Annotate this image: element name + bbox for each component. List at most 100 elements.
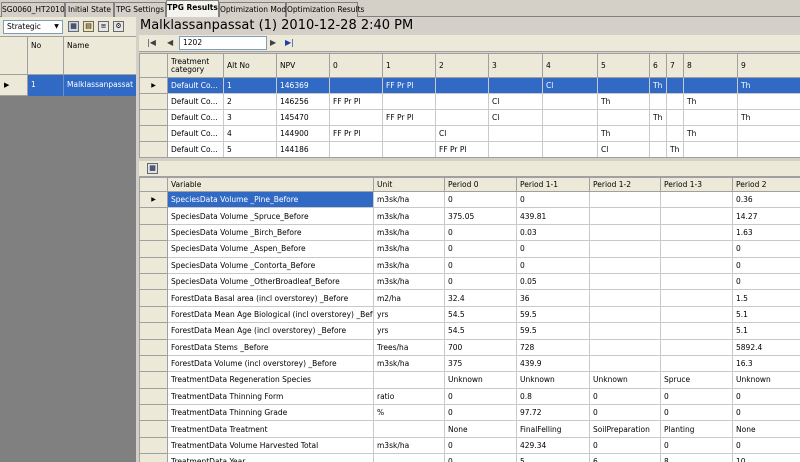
list-icon[interactable]: ≡	[98, 21, 109, 32]
cell[interactable]: FF Pr Pl	[382, 77, 436, 94]
cell[interactable]: 97.72	[516, 404, 590, 422]
cell[interactable]: 0	[516, 240, 590, 258]
cell[interactable]: Default Co...	[167, 109, 224, 126]
column-header[interactable]: Unit	[373, 177, 445, 192]
cell[interactable]: 439.81	[516, 207, 590, 225]
cell[interactable]: None	[732, 420, 800, 438]
cell[interactable]: TreatmentData Thinning Form	[167, 387, 374, 406]
cell[interactable]: Planting	[660, 420, 733, 438]
cell[interactable]: 145470	[276, 109, 330, 126]
cell[interactable]: 5	[516, 453, 590, 462]
alternative-row[interactable]: Default Co... 2 146256 FF Pr Pl Cl Th Th	[139, 93, 800, 110]
column-header[interactable]: 6	[649, 53, 667, 78]
cell[interactable]: m3sk/ha	[373, 256, 445, 274]
column-header[interactable]: 9	[737, 53, 800, 78]
cell[interactable]	[488, 125, 543, 142]
cell[interactable]	[666, 93, 684, 110]
cell[interactable]	[660, 223, 733, 242]
variable-row[interactable]: SpeciesData Volume _OtherBroadleaf_Befor…	[139, 272, 800, 291]
column-header[interactable]: Period 1-2	[589, 177, 661, 192]
cell[interactable]: Unknown	[589, 371, 661, 389]
cell[interactable]: Th	[597, 125, 650, 142]
cell[interactable]: Th	[666, 141, 684, 158]
cell[interactable]: 2	[223, 93, 277, 110]
first-record-icon[interactable]: |◀	[147, 37, 156, 49]
cell[interactable]	[589, 272, 661, 291]
cell[interactable]: m3sk/ha	[373, 354, 445, 373]
cell[interactable]: m3sk/ha	[373, 272, 445, 291]
variable-row[interactable]: ForestData Volume (incl overstorey) _Bef…	[139, 354, 800, 373]
cell[interactable]	[660, 322, 733, 340]
column-header[interactable]: Treatment category	[167, 53, 224, 78]
cell[interactable]: Th	[737, 109, 800, 126]
cell[interactable]: Cl	[488, 93, 543, 110]
cell[interactable]	[435, 109, 489, 126]
cell[interactable]: 36	[516, 289, 590, 307]
settings-icon[interactable]: ⚙	[113, 21, 124, 32]
cell[interactable]: ForestData Basal area (incl overstorey) …	[167, 289, 374, 307]
cell[interactable]: 0	[444, 387, 517, 406]
column-header[interactable]: 0	[329, 53, 383, 78]
cell[interactable]	[683, 77, 738, 94]
cell[interactable]: 0.8	[516, 387, 590, 406]
cell[interactable]	[589, 240, 661, 258]
cell[interactable]	[329, 141, 383, 158]
cell[interactable]: None	[444, 420, 517, 438]
tab-optimization-model[interactable]: Optimization Model	[219, 2, 293, 17]
cell[interactable]: m2/ha	[373, 289, 445, 307]
cell[interactable]	[649, 125, 667, 142]
variable-row[interactable]: ForestData Mean Age Biological (incl ove…	[139, 305, 800, 324]
column-header[interactable]: Period 1-1	[516, 177, 590, 192]
cell[interactable]: 3	[223, 109, 277, 126]
cell[interactable]: 0	[444, 190, 517, 209]
alternative-row[interactable]: Default Co... 5 144186 FF Pr Pl Cl Th	[139, 141, 800, 158]
column-header[interactable]: 1	[382, 53, 436, 78]
column-header[interactable]: 3	[488, 53, 543, 78]
cell[interactable]	[597, 77, 650, 94]
cell[interactable]	[589, 190, 661, 209]
cell[interactable]	[737, 141, 800, 158]
cell[interactable]	[589, 256, 661, 274]
cell[interactable]	[435, 77, 489, 94]
cell[interactable]	[660, 289, 733, 307]
cell[interactable]: TreatmentData Regeneration Species	[167, 371, 374, 389]
cell[interactable]: 4	[223, 125, 277, 142]
column-header[interactable]: 5	[597, 53, 650, 78]
cell[interactable]	[329, 77, 383, 94]
variable-row[interactable]: TreatmentData Treatment None FinalFellin…	[139, 420, 800, 438]
cell[interactable]: 0	[589, 404, 661, 422]
cell[interactable]: Default Co...	[167, 93, 224, 110]
cell[interactable]: Default Co...	[167, 125, 224, 142]
column-header[interactable]: 8	[683, 53, 738, 78]
cell[interactable]: 8	[660, 453, 733, 462]
cell[interactable]	[329, 109, 383, 126]
cell[interactable]: Trees/ha	[373, 338, 445, 356]
cell[interactable]: 0	[444, 404, 517, 422]
tab-tpg-settings[interactable]: TPG Settings	[114, 2, 166, 17]
strategy-row[interactable]: ▶ 1 Malklassanpassat	[0, 75, 136, 96]
cell[interactable]	[373, 420, 445, 438]
cell[interactable]: 54.5	[444, 305, 517, 324]
tab-tpg-results[interactable]: TPG Results	[166, 0, 219, 17]
last-record-icon[interactable]: ▶|	[285, 37, 294, 49]
cell[interactable]: 0	[516, 190, 590, 209]
grid-icon[interactable]: ▦	[68, 21, 79, 32]
cell[interactable]: 0	[444, 223, 517, 242]
cell[interactable]: Th	[649, 77, 667, 94]
variable-row[interactable]: TreatmentData Year 0 5 6 8 10	[139, 453, 800, 462]
cell[interactable]	[660, 272, 733, 291]
cell[interactable]: Th	[737, 77, 800, 94]
cell[interactable]: 1.63	[732, 223, 800, 242]
cell[interactable]: Unknown	[516, 371, 590, 389]
cell[interactable]	[660, 190, 733, 209]
cell[interactable]: SpeciesData Volume _Spruce_Before	[167, 207, 374, 225]
cell[interactable]: 6	[589, 453, 661, 462]
cell[interactable]	[542, 109, 598, 126]
cell[interactable]: Th	[683, 125, 738, 142]
cell[interactable]	[373, 371, 445, 389]
cell[interactable]: m3sk/ha	[373, 223, 445, 242]
cell[interactable]: 700	[444, 338, 517, 356]
cell[interactable]	[589, 207, 661, 225]
cell[interactable]: TreatmentData Volume Harvested Total	[167, 436, 374, 455]
variable-row[interactable]: ForestData Stems _Before Trees/ha 700 72…	[139, 338, 800, 356]
